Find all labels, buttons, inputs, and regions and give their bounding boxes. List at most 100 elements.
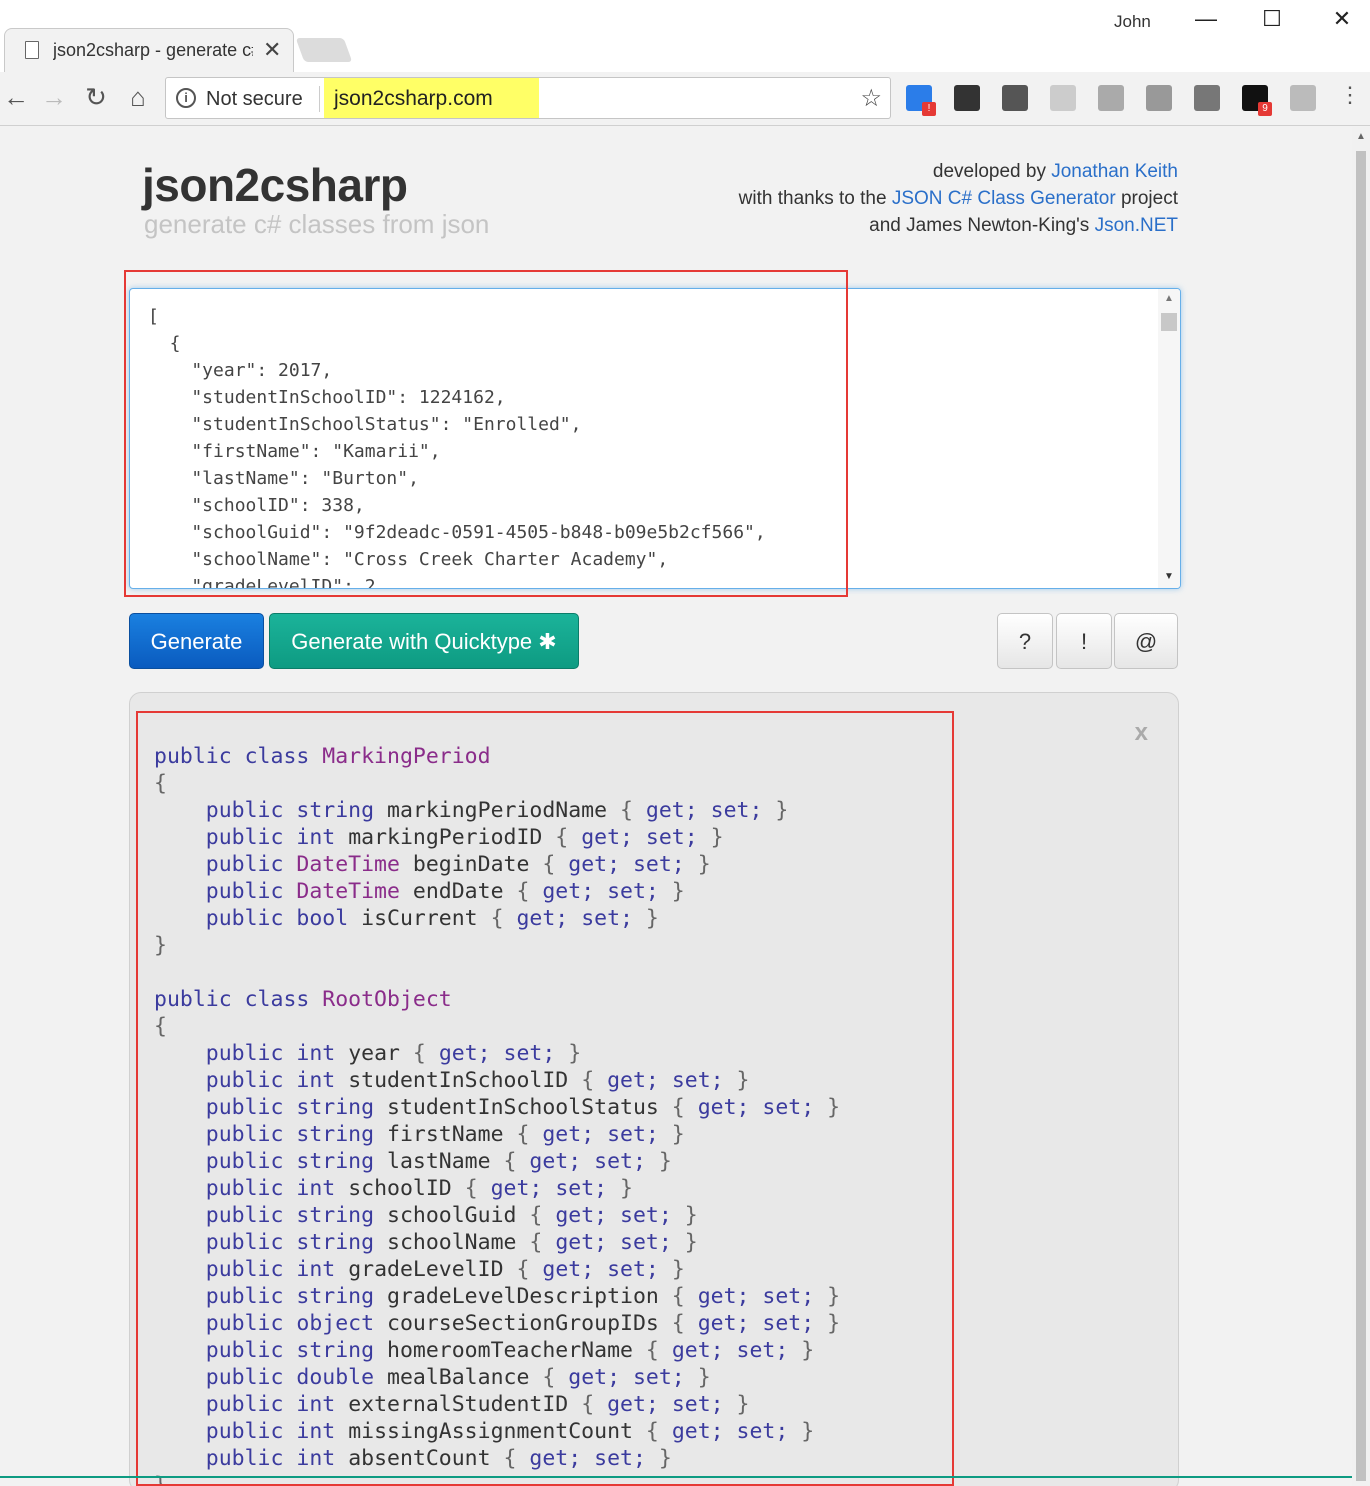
divider [319,86,320,112]
code-brace: } [814,1095,841,1120]
class-name: RootObject [322,987,452,1012]
code-accessors: get; set; [529,1149,646,1174]
code-brace: { [451,1176,491,1201]
property-line: public DateTime endDate { get; set; } [154,878,840,905]
back-icon[interactable]: ← [0,82,32,113]
url-text[interactable]: json2csharp.com [324,78,539,118]
textarea-scroll-thumb[interactable] [1161,313,1177,331]
code-brace: } [632,906,659,931]
property-line: public int gradeLevelID { get; set; } [154,1256,840,1283]
generator-link[interactable]: JSON C# Class Generator [892,188,1116,209]
ext-6-icon[interactable] [1146,85,1172,111]
property-line: public double mealBalance { get; set; } [154,1364,840,1391]
code-keyword: public [154,1041,297,1066]
property-line: public int externalStudentID { get; set;… [154,1391,840,1418]
class-name: MarkingPeriod [322,744,491,769]
property-line: public int schoolID { get; set; } [154,1175,840,1202]
textarea-scrollbar[interactable]: ▲ ▼ [1158,289,1180,588]
code-accessors: get; set; [438,1041,556,1066]
info-icon[interactable]: i [176,88,196,108]
scrollbar-thumb[interactable] [1356,151,1366,1481]
property-line: public string studentInSchoolStatus { ge… [154,1094,840,1121]
scroll-down-icon[interactable]: ▼ [1164,571,1174,582]
code-brace: } [814,1284,841,1309]
property-name: firstName [387,1122,504,1147]
reload-icon[interactable]: ↻ [80,82,112,113]
property-line: public object courseSectionGroupIDs { ge… [154,1310,840,1337]
code-brace: { [658,1311,698,1336]
code-keyword: public [154,1365,297,1390]
json-input-textarea[interactable]: [ { "year": 2017, "studentInSchoolID": 1… [129,288,1181,589]
code-brace: { [529,852,569,877]
scroll-up-icon[interactable]: ▲ [1356,131,1366,142]
maximize-icon[interactable]: ☐ [1252,6,1292,36]
code-keyword: public [154,1392,297,1417]
bookmark-star-icon[interactable]: ☆ [860,84,882,113]
browser-tab[interactable]: json2csharp - generate c# classes from j… [4,28,294,72]
address-bar[interactable]: i Not secure json2csharp.com ☆ [165,77,891,119]
code-accessors: get; set; [581,825,698,850]
code-brace: { [658,1284,698,1309]
code-keyword: public [154,879,297,904]
code-accessors: get; set; [568,852,685,877]
scroll-up-icon[interactable]: ▲ [1164,293,1174,304]
json-text: [ { "year": 2017, "studentInSchoolID": 1… [148,303,766,588]
tab-close-icon[interactable]: ✕ [263,37,281,63]
property-line: public string homeroomTeacherName { get;… [154,1337,840,1364]
info-button[interactable]: ! [1056,613,1112,669]
ext-7-icon[interactable] [1194,85,1220,111]
author-link[interactable]: Jonathan Keith [1051,161,1178,182]
profile-name[interactable]: John [1114,12,1151,32]
contact-button[interactable]: @ [1114,613,1178,669]
property-line: public bool isCurrent { get; set; } [154,905,840,932]
property-type: double [296,1365,375,1390]
property-line: public string schoolGuid { get; set; } [154,1202,840,1229]
code-keyword: public [154,1284,297,1309]
json-line: "lastName": "Burton", [148,468,419,489]
property-name: studentInSchoolID [348,1068,569,1093]
ext-4-icon[interactable] [1050,85,1076,111]
ext-5-icon[interactable] [1098,85,1124,111]
credits: developed by Jonathan Keith with thanks … [739,158,1178,239]
code-accessors: get; set; [697,1284,815,1309]
code-brace: { [529,1365,569,1390]
new-tab-button[interactable] [295,38,353,62]
generate-button[interactable]: Generate [129,613,264,669]
ext-2-icon[interactable] [954,85,980,111]
code-accessors: get; set; [555,1203,672,1228]
code-brace: { [490,1446,530,1471]
minimize-icon[interactable]: — [1186,6,1226,36]
code-brace: } [788,1419,815,1444]
menu-icon[interactable]: ⋮ [1334,82,1366,108]
property-line: public string firstName { get; set; } [154,1121,840,1148]
code-keyword: public [154,1338,297,1363]
ext-3-icon[interactable] [1002,85,1028,111]
property-type: string [296,1338,375,1363]
code-brace: { [632,1338,672,1363]
help-button[interactable]: ? [997,613,1053,669]
code-brace: { [154,1014,167,1039]
forward-icon[interactable]: → [38,82,70,113]
json-line: [ [148,306,159,327]
jsonnet-link[interactable]: Json.NET [1095,215,1178,236]
home-icon[interactable]: ⌂ [122,82,154,113]
close-output-icon[interactable]: x [1135,719,1148,747]
code-accessors: get; set; [516,906,633,931]
code-keyword: public [154,825,297,850]
property-name: lastName [387,1149,491,1174]
property-line: public string schoolName { get; set; } [154,1229,840,1256]
code-brace: } [684,852,711,877]
credit-text: with thanks to the [738,188,892,209]
browser-toolbar: ← → ↻ ⌂ i Not secure json2csharp.com ☆ !… [0,72,1370,126]
ext-9-icon[interactable] [1290,85,1316,111]
property-line: public int studentInSchoolID { get; set;… [154,1067,840,1094]
close-window-icon[interactable]: ✕ [1322,6,1362,36]
property-type: int [296,1419,336,1444]
generate-quicktype-button[interactable]: Generate with Quicktype ✱ [269,613,579,669]
property-name: courseSectionGroupIDs [387,1311,659,1336]
class-declaration: public class MarkingPeriod [154,743,840,770]
code-brace: } [658,879,685,904]
code-brace: { [154,771,167,796]
page-scrollbar[interactable]: ▲ [1352,127,1370,1486]
json-line: "studentInSchoolStatus": "Enrolled", [148,414,582,435]
